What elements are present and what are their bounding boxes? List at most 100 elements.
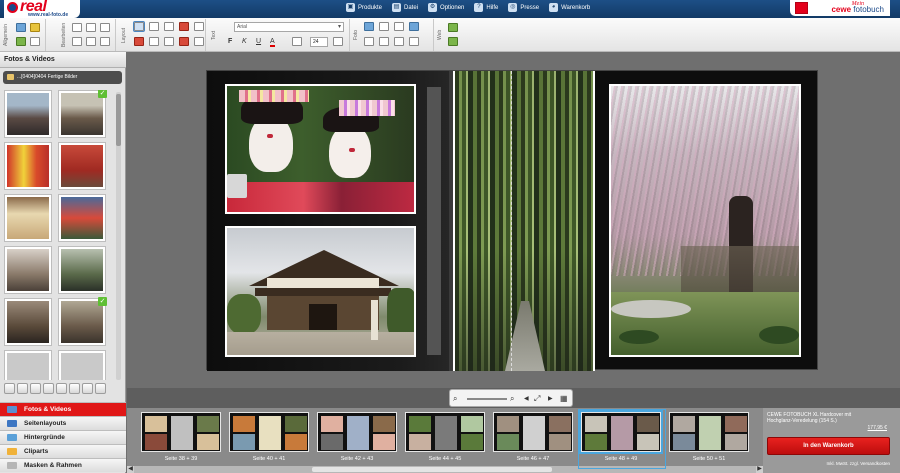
photo-shadow-icon[interactable] bbox=[379, 37, 389, 46]
photo-frame-geisha[interactable] bbox=[225, 84, 416, 214]
delete-photo-icon[interactable] bbox=[95, 383, 106, 394]
zoom-in-icon[interactable]: ⌕ bbox=[510, 394, 514, 404]
cut-icon[interactable] bbox=[72, 23, 82, 32]
nav-item-produkte[interactable]: ▣ Produkte bbox=[346, 3, 382, 12]
open-icon[interactable] bbox=[30, 23, 40, 32]
layer-icon[interactable] bbox=[194, 22, 204, 31]
real-logo[interactable]: real www.real-foto.de bbox=[4, 0, 80, 18]
view-icon[interactable] bbox=[56, 383, 67, 394]
photo-frame-temple[interactable] bbox=[225, 226, 416, 357]
text-frame-icon[interactable] bbox=[134, 37, 144, 46]
nav-item-optionen[interactable]: ⚙ Optionen bbox=[428, 3, 464, 12]
delete-icon[interactable] bbox=[100, 37, 110, 46]
photo-frame-icon[interactable] bbox=[364, 37, 374, 46]
nav-item-hilfe[interactable]: ? Hilfe bbox=[474, 3, 498, 12]
prev-page-icon[interactable]: ◀ bbox=[524, 395, 529, 402]
panel-menu-item[interactable]: Fotos & Videos bbox=[0, 402, 126, 416]
zoom-slider[interactable] bbox=[467, 398, 507, 400]
refresh-icon[interactable] bbox=[82, 383, 93, 394]
photo-flip-icon[interactable] bbox=[394, 22, 404, 31]
photo-frame-bamboo[interactable] bbox=[453, 71, 595, 371]
photo-thumbnail[interactable] bbox=[58, 350, 106, 380]
photo-thumbnail[interactable] bbox=[58, 142, 106, 190]
page-spread-thumbnail[interactable]: Seite 38 + 39 bbox=[141, 412, 221, 468]
rotate-icon[interactable] bbox=[149, 22, 159, 31]
page-spread[interactable] bbox=[206, 70, 818, 371]
photo-thumbnail[interactable] bbox=[4, 90, 52, 138]
search-icon[interactable] bbox=[17, 383, 28, 394]
sort-icon[interactable] bbox=[4, 383, 15, 394]
zoom-out-icon[interactable]: ⌕ bbox=[453, 394, 457, 404]
photo-thumbnail[interactable]: ✓ bbox=[58, 90, 107, 138]
select-tool-icon[interactable] bbox=[133, 21, 145, 32]
photo-frame-cherry-tree[interactable] bbox=[609, 84, 801, 357]
page-spread-thumbnail[interactable]: Seite 42 + 43 bbox=[317, 412, 397, 468]
panel-menu: Fotos & Videos Seitenlayouts Hintergründe C… bbox=[0, 402, 126, 472]
next-page-icon[interactable]: ▶ bbox=[548, 395, 553, 402]
product-price[interactable]: 177,95 € bbox=[868, 425, 887, 431]
page-spread-thumbnail[interactable]: Seite 40 + 41 bbox=[229, 412, 309, 468]
settings-icon[interactable] bbox=[30, 37, 40, 46]
page-spread-thumbnail[interactable]: Seite 46 + 47 bbox=[493, 412, 573, 468]
cewe-fotobuch-logo[interactable]: Mein cewe fotobuch bbox=[790, 0, 890, 16]
panel-menu-item[interactable]: Seitenlayouts bbox=[0, 416, 126, 430]
panel-menu-item[interactable]: Hintergründe bbox=[0, 430, 126, 444]
italic-button[interactable]: K bbox=[242, 38, 247, 45]
photo-thumbnail[interactable] bbox=[4, 246, 52, 294]
align-icon[interactable] bbox=[164, 22, 174, 31]
panel-menu-item[interactable]: Masken & Rahmen bbox=[0, 458, 126, 472]
photo-more-icon[interactable] bbox=[409, 37, 419, 46]
photo-effects-icon[interactable] bbox=[409, 22, 419, 31]
panel-menu-item[interactable]: Cliparts bbox=[0, 444, 126, 458]
add-to-cart-button[interactable]: In den Warenkorb bbox=[767, 437, 890, 455]
filter-icon[interactable] bbox=[43, 383, 54, 394]
underline-button[interactable]: U bbox=[256, 38, 261, 45]
send-back-icon[interactable] bbox=[179, 37, 189, 46]
scroll-right-icon[interactable]: ▶ bbox=[756, 466, 763, 473]
page-spread-thumbnail[interactable]: Seite 50 + 51 bbox=[669, 412, 749, 468]
copy-icon[interactable] bbox=[86, 23, 96, 32]
overview-grid-icon[interactable]: ▦ bbox=[560, 394, 568, 403]
thumbnail-scrollbar[interactable] bbox=[116, 92, 121, 380]
web-share-icon[interactable] bbox=[448, 23, 458, 32]
scrollbar-thumb[interactable] bbox=[116, 94, 121, 146]
undo-icon[interactable] bbox=[72, 37, 82, 46]
photo-fit-icon[interactable] bbox=[364, 22, 374, 31]
text-more-icon[interactable] bbox=[333, 37, 343, 46]
save-icon[interactable] bbox=[16, 23, 26, 32]
group-icon[interactable] bbox=[164, 37, 174, 46]
add-photo-icon[interactable] bbox=[30, 383, 41, 394]
text-color-button[interactable]: A bbox=[270, 38, 275, 47]
spread-mini-photo bbox=[523, 416, 545, 450]
page-spread-thumbnail[interactable]: Seite 44 + 45 bbox=[405, 412, 485, 468]
photo-thumbnail[interactable] bbox=[58, 194, 106, 242]
nav-item-presse[interactable]: ◎ Presse bbox=[508, 3, 539, 12]
page-spread-thumbnail[interactable]: Seite 48 + 49 bbox=[578, 409, 666, 469]
text-align-icon[interactable] bbox=[292, 37, 302, 46]
photo-thumbnail[interactable] bbox=[58, 246, 106, 294]
more-icon[interactable] bbox=[194, 37, 204, 46]
fit-view-icon[interactable]: ⤢ bbox=[534, 394, 540, 404]
toolbar-group-foto: Foto bbox=[352, 19, 434, 51]
photo-thumbnail[interactable] bbox=[4, 298, 52, 346]
photo-border-icon[interactable] bbox=[394, 37, 404, 46]
bring-front-icon[interactable] bbox=[179, 22, 189, 31]
folder-open-icon[interactable] bbox=[69, 383, 80, 394]
nav-item-warenkorb[interactable]: ◕ Warenkorb bbox=[549, 3, 590, 12]
font-family-select[interactable]: Arial bbox=[234, 22, 344, 32]
redo-icon[interactable] bbox=[86, 37, 96, 46]
photo-thumbnail[interactable] bbox=[4, 142, 52, 190]
frame-icon[interactable] bbox=[149, 37, 159, 46]
scroll-left-icon[interactable]: ◀ bbox=[127, 466, 134, 473]
bold-button[interactable]: F bbox=[228, 38, 232, 45]
folder-path[interactable]: ...[0404]0404 Fertige Bilder bbox=[3, 71, 122, 84]
photo-thumbnail[interactable] bbox=[4, 350, 52, 380]
paste-icon[interactable] bbox=[100, 23, 110, 32]
photo-thumbnail[interactable]: ✓ bbox=[58, 297, 107, 346]
preview-icon[interactable] bbox=[16, 37, 26, 46]
font-size-select[interactable]: 24 bbox=[310, 37, 328, 47]
nav-item-datei[interactable]: ▤ Datei bbox=[392, 3, 418, 12]
photo-thumbnail[interactable] bbox=[4, 194, 52, 242]
web-upload-icon[interactable] bbox=[448, 37, 458, 46]
photo-crop-icon[interactable] bbox=[379, 22, 389, 31]
